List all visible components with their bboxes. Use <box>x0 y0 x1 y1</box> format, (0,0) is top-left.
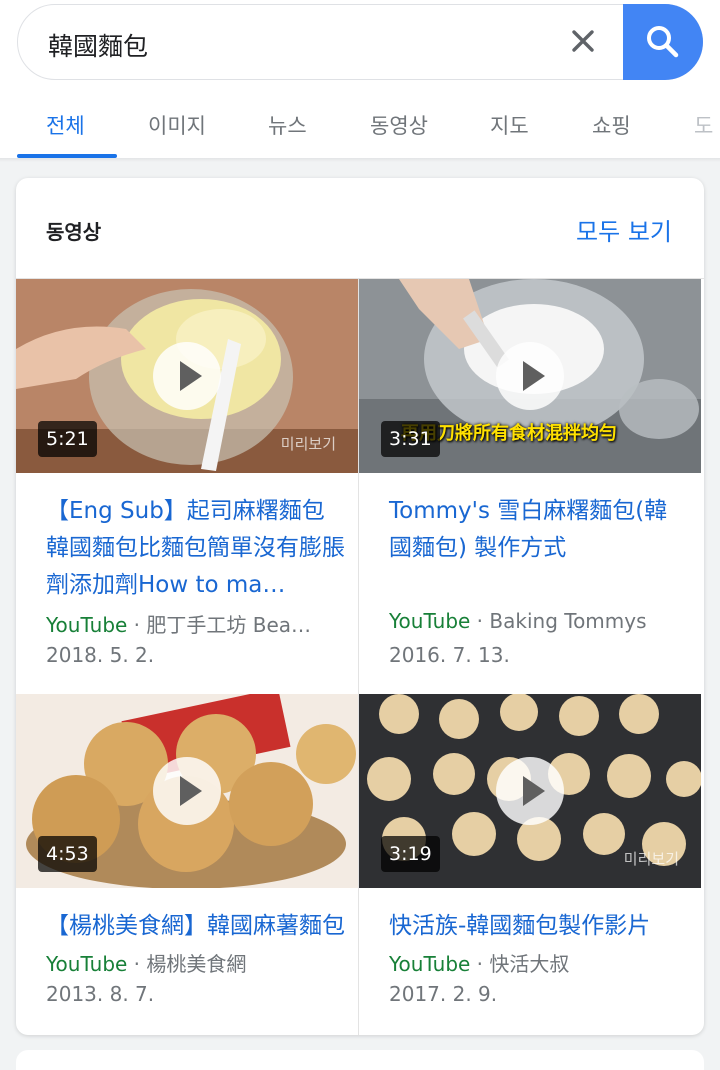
card-title: 동영상 <box>46 220 102 244</box>
tab-maps[interactable]: 지도 <box>490 110 529 140</box>
video-title[interactable]: 快活族-韓國麵包製作影片 <box>389 908 689 945</box>
video-meta: YouTube · 肥丁手工坊 Bea… <box>46 609 311 638</box>
video-title[interactable]: Tommy's 雪白麻糬麵包(韓國麵包) 製作方式 <box>389 493 689 567</box>
video-date: 2018. 5. 2. <box>46 643 155 667</box>
play-icon[interactable] <box>153 757 221 825</box>
tab-videos[interactable]: 동영상 <box>370 110 428 140</box>
video-thumbnail[interactable]: 4:53 <box>16 694 358 888</box>
play-icon[interactable] <box>153 342 221 410</box>
tab-news[interactable]: 뉴스 <box>268 110 307 140</box>
search-tabs: 전체 이미지 뉴스 동영상 지도 쇼핑 도 <box>0 100 720 158</box>
video-result[interactable]: 3:19 미리보기 快活族-韓國麵包製作影片 YouTube · 快活大叔 20… <box>359 694 701 1035</box>
search-button[interactable] <box>623 4 703 80</box>
video-result[interactable]: 5:21 미리보기 【Eng Sub】起司麻糬麵包韓國麵包比麵包簡單沒有膨脹劑添… <box>16 279 358 693</box>
search-icon <box>647 26 679 58</box>
video-source: YouTube <box>46 952 128 976</box>
video-title[interactable]: 【楊桃美食網】韓國麻薯麵包 <box>46 908 346 945</box>
search-input[interactable]: 韓國麵包 <box>48 27 148 63</box>
video-title[interactable]: 【Eng Sub】起司麻糬麵包韓國麵包比麵包簡單沒有膨脹劑添加劑How to m… <box>46 493 346 604</box>
video-result[interactable]: 4:53 【楊桃美食網】韓國麻薯麵包 YouTube · 楊桃美食網 2013.… <box>16 694 358 1035</box>
tab-images[interactable]: 이미지 <box>148 110 206 140</box>
play-icon[interactable] <box>496 342 564 410</box>
search-header: 韓國麵包 전체 이미지 뉴스 동영상 지도 쇼핑 도 <box>0 0 720 158</box>
video-source: YouTube <box>389 609 471 633</box>
tab-books-partial[interactable]: 도 <box>694 110 713 140</box>
clear-icon[interactable] <box>566 24 600 58</box>
video-source: YouTube <box>46 613 128 637</box>
preview-label: 미리보기 <box>280 435 336 453</box>
duration-badge: 4:53 <box>38 836 97 872</box>
tab-all[interactable]: 전체 <box>46 110 85 140</box>
search-box[interactable]: 韓國麵包 <box>17 4 703 80</box>
videos-card: 동영상 모두 보기 5:21 미리보기 【Eng Sub】起司麻糬麵包韓國麵包比… <box>16 178 704 1035</box>
video-meta: YouTube · Baking Tommys <box>389 609 647 633</box>
video-thumbnail[interactable]: 再用刀將所有食材混拌均勻 3:31 <box>359 279 701 473</box>
video-date: 2013. 8. 7. <box>46 982 155 1006</box>
video-channel: · 肥丁手工坊 Bea… <box>127 613 312 637</box>
duration-badge: 3:31 <box>381 421 440 457</box>
video-thumbnail[interactable]: 3:19 미리보기 <box>359 694 701 888</box>
video-result[interactable]: 再用刀將所有食材混拌均勻 3:31 Tommy's 雪白麻糬麵包(韓國麵包) 製… <box>359 279 701 693</box>
see-all-link[interactable]: 모두 보기 <box>576 212 672 247</box>
tab-shopping[interactable]: 쇼핑 <box>592 110 631 140</box>
video-channel: · Baking Tommys <box>470 609 647 633</box>
video-source: YouTube <box>389 952 471 976</box>
video-date: 2016. 7. 13. <box>389 643 510 667</box>
video-meta: YouTube · 快活大叔 <box>389 948 569 977</box>
duration-badge: 3:19 <box>381 836 440 872</box>
video-channel: · 快活大叔 <box>470 952 570 976</box>
duration-badge: 5:21 <box>38 421 97 457</box>
preview-label: 미리보기 <box>623 850 679 868</box>
video-thumbnail[interactable]: 5:21 미리보기 <box>16 279 358 473</box>
header-shadow <box>0 158 720 162</box>
next-card-edge <box>16 1050 704 1070</box>
video-meta: YouTube · 楊桃美食網 <box>46 948 246 977</box>
video-channel: · 楊桃美食網 <box>127 952 247 976</box>
video-date: 2017. 2. 9. <box>389 982 498 1006</box>
play-icon[interactable] <box>496 757 564 825</box>
